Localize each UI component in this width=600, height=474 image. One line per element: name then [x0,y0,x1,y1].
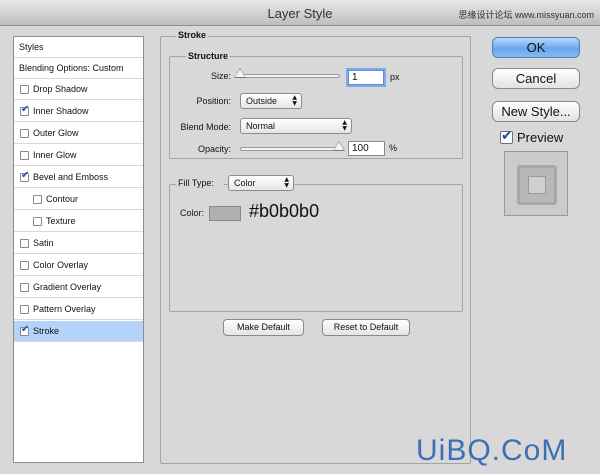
structure-title: Structure [186,51,231,61]
fill-type-value: Color [234,178,256,188]
position-value: Outside [246,96,278,106]
style-item-bevel-and-emboss[interactable]: Bevel and Emboss [14,167,143,188]
style-item-inner-shadow[interactable]: Inner Shadow [14,101,143,122]
style-checkbox[interactable] [20,104,29,116]
style-item-pattern-overlay[interactable]: Pattern Overlay [14,299,143,320]
style-item-drop-shadow[interactable]: Drop Shadow [14,79,143,100]
style-item-label: Outer Glow [33,128,79,138]
updown-arrows-icon: ▲ ▼ [284,176,289,189]
style-item-outer-glow[interactable]: Outer Glow [14,123,143,144]
title-bar: Layer Style 思缘设计论坛 www.missyuan.com [0,0,600,26]
preview-checkbox[interactable] [500,128,513,144]
position-select[interactable]: Outside ▲ ▼ [240,93,302,109]
updown-arrows-icon: ▲ ▼ [292,94,297,107]
color-hex-annotation: #b0b0b0 [249,201,320,221]
style-item-label: Satin [33,238,54,248]
make-default-button[interactable]: Make Default [223,319,304,336]
style-checkbox[interactable] [20,84,29,94]
opacity-label: Opacity: [197,144,231,154]
size-unit: px [390,72,400,82]
style-checkbox[interactable] [20,260,29,270]
styles-list: Styles Blending Options: Custom Drop Sha… [13,36,144,463]
style-item-gradient-overlay[interactable]: Gradient Overlay [14,277,143,298]
stroke-group-title: Stroke [176,30,209,40]
style-item-label: Stroke [33,326,60,336]
preview-toggle[interactable]: Preview [500,128,564,145]
style-checkbox[interactable] [20,128,29,138]
style-item-label: Pattern Overlay [33,304,96,314]
style-item-label: Texture [46,216,76,226]
blend-mode-label: Blend Mode: [180,122,231,132]
style-item-stroke[interactable]: Stroke [14,321,143,342]
style-checkbox[interactable] [20,150,29,160]
ok-button[interactable]: OK [492,37,580,58]
style-item-contour[interactable]: Contour [14,189,143,210]
cancel-button[interactable]: Cancel [492,68,580,89]
opacity-field[interactable]: 100 [348,141,385,156]
style-checkbox[interactable] [33,216,42,226]
style-checkbox[interactable] [20,304,29,314]
reset-to-default-button[interactable]: Reset to Default [322,319,410,336]
style-preview-thumbnail [504,151,568,216]
style-item-label: Drop Shadow [33,84,88,94]
preview-label: Preview [517,130,564,145]
style-item-label: Inner Glow [33,150,77,160]
opacity-slider-track[interactable] [240,147,344,151]
style-item-texture[interactable]: Texture [14,211,143,232]
blending-options-item[interactable]: Blending Options: Custom [14,58,143,79]
style-item-label: Inner Shadow [33,106,89,116]
opacity-unit: % [389,143,398,153]
style-item-label: Gradient Overlay [33,282,102,292]
layer-style-dialog: Styles Blending Options: Custom Drop Sha… [0,26,600,474]
preview-square-inner [528,176,546,194]
style-item-color-overlay[interactable]: Color Overlay [14,255,143,276]
color-label: Color: [180,208,205,218]
style-item-inner-glow[interactable]: Inner Glow [14,145,143,166]
size-label: Size: [210,71,231,81]
watermark-top: 思缘设计论坛 www.missyuan.com [458,10,594,20]
style-item-label: Contour [46,194,79,204]
style-checkbox[interactable] [20,238,29,248]
window-title: Layer Style [267,6,333,21]
preview-square-outer [517,165,557,205]
style-checkbox[interactable] [20,170,29,182]
blend-mode-value: Normal [246,121,276,131]
styles-header[interactable]: Styles [14,37,143,58]
watermark-bottom: UiBQ.CoM [416,434,568,467]
style-item-satin[interactable]: Satin [14,233,143,254]
style-item-label: Bevel and Emboss [33,172,109,182]
size-field[interactable]: 1 [348,70,384,85]
fill-type-label: Fill Type: [176,178,224,188]
blend-mode-select[interactable]: Normal ▲ ▼ [240,118,352,134]
style-checkbox[interactable] [33,194,42,204]
style-item-label: Color Overlay [33,260,89,270]
style-checkbox[interactable] [20,282,29,292]
color-swatch[interactable] [209,206,241,221]
size-slider-handle[interactable] [235,69,245,77]
size-slider-track[interactable] [236,74,340,78]
opacity-slider-handle[interactable] [334,142,344,150]
new-style-button[interactable]: New Style... [492,101,580,122]
style-checkbox[interactable] [20,324,29,336]
updown-arrows-icon: ▲ ▼ [342,119,347,132]
position-label: Position: [196,96,231,106]
fill-type-select[interactable]: Color ▲ ▼ [228,175,294,191]
